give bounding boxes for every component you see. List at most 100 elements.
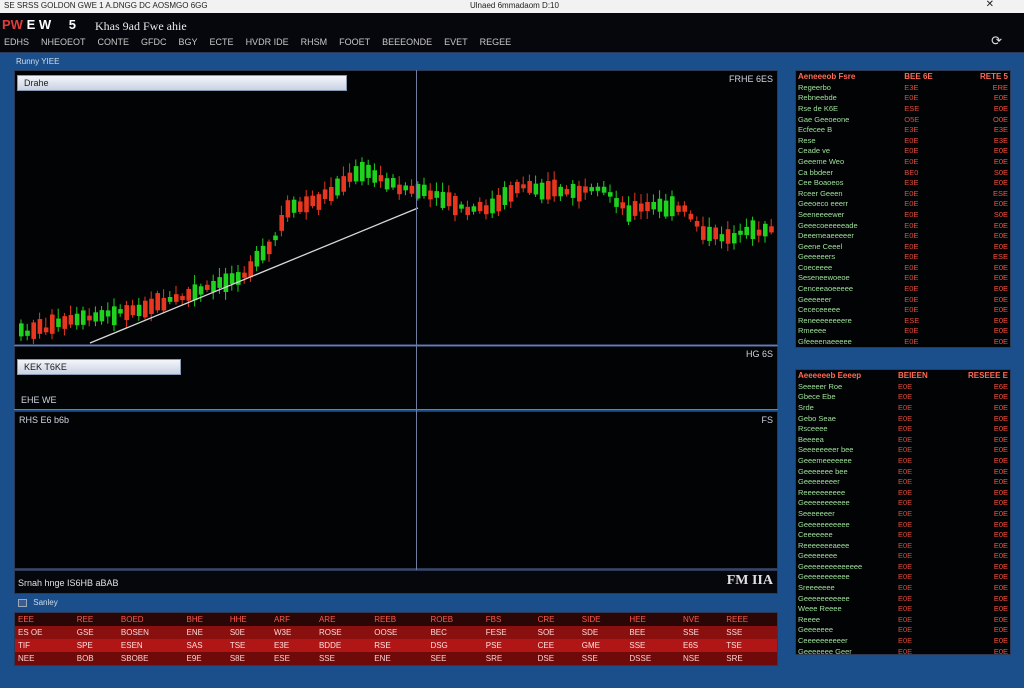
watchlist-row[interactable]: Ecfecee B E3E E3E [796,124,1010,135]
ticker-row[interactable]: ES OE GSE BOSEN ENE S0E W3E ROSE OOSE BEC FESE SOE… [15,626,777,639]
watchlist-row[interactable]: Reneeeeeeeere ESE E0E [796,315,1010,326]
watchlist-cell: Rceer Geeen [798,188,843,198]
watchlist-row[interactable]: Srde E0E E0E [796,402,1010,413]
watchlist-row[interactable]: Ceade ve E0E E0E [796,146,1010,157]
watchlist-row[interactable]: Seeeeeeer E0E E0E [796,508,1010,519]
watchlist-row[interactable]: Geeeeeee E0E E0E [796,625,1010,636]
watchlist-row[interactable]: Reeeeeeeaeee E0E E0E [796,540,1010,551]
watchlist-row[interactable]: Rse de K6E ESE E0E [796,103,1010,114]
menu-item[interactable]: NHEOEOT [41,37,86,47]
candle-body [322,189,328,199]
watchlist-row[interactable]: Rese E0E E3E [796,135,1010,146]
candle-body [31,322,36,339]
watchlist-row[interactable]: Geeeeeeeeeee E0E E0E [796,519,1010,530]
watchlist-row[interactable]: Geeeeeeeeeee E0E E0E [796,593,1010,604]
refresh-icon[interactable]: ⟳ [991,33,1002,49]
watchlist-row[interactable]: Ceeeeeeeeeer E0E E0E [796,635,1010,646]
watchlist-row[interactable]: Gbece Ebe E0E E0E [796,392,1010,403]
watchlist-row[interactable]: Rebneebde E0E E0E [796,93,1010,104]
watchlist-row[interactable]: Rsceeee E0E E0E [796,423,1010,434]
trend-line[interactable] [89,207,419,344]
volume-panel[interactable]: RHS E6 b6b FS [14,411,778,569]
watchlist-row[interactable]: Geeeeeer E0E E0E [796,294,1010,305]
watchlist-row[interactable]: Ceeeeeee E0E E0E [796,529,1010,540]
watchlist-cell: E6E [993,381,1008,391]
watchlist-row[interactable]: Geeecoeeeeeade E0E E0E [796,220,1010,231]
candle-body [701,226,706,240]
watchlist-row[interactable]: Geeeeeee Geer E0E E0E [796,646,1010,657]
watchlist-column-header[interactable]: RETE 5 [957,71,1011,82]
watchlist-row[interactable]: Geeeeeee bee E0E E0E [796,466,1010,477]
watchlist-column-header[interactable]: BEIEEN [896,370,946,381]
watchlist-top[interactable]: Aeneeeob Fsre BEE 6E RETE 5 Regeerbo E3E ERE… [795,70,1011,348]
menu-item[interactable]: HVDR IDE [246,37,289,47]
indicator-panel[interactable]: KEK T6KE HG 6S EHE WE [14,346,778,410]
candlestick-chart[interactable] [15,71,777,344]
watchlist-row[interactable]: Geeeeeeeer E0E E0E [796,476,1010,487]
menu-item[interactable]: EDHS [4,37,29,47]
ticker-cell: BOED [117,613,184,626]
candle-body [161,297,167,311]
expand-icon[interactable] [18,598,27,607]
watchlist-row[interactable]: Geeeeeeeeeeeeee E0E E0E [796,561,1010,572]
watchlist-row[interactable]: Reeeeeeeeee E0E E0E [796,487,1010,498]
menu-item[interactable]: ECTE [210,37,234,47]
watchlist-row[interactable]: Geeeeeeee E0E E0E [796,551,1010,562]
watchlist-row[interactable]: Seeneeeewer E0E S0E [796,209,1010,220]
menu-item[interactable]: GFDC [141,37,167,47]
watchlist-bottom[interactable]: Aeeeeeeb Eeeep BEIEEN RESEEE E Seeeeer Roe… [795,369,1011,657]
ticker-row[interactable]: NEE BOB SBOBE E9E S8E ESE SSE ENE SEE SRE DSE SSE DS… [15,652,777,665]
watchlist-row[interactable]: Geeemeeeeeee E0E E0E [796,455,1010,466]
watchlist-row[interactable]: Ca bbdeer BE0 S0E [796,167,1010,178]
watchlist-cell: Gfeeeenaeeeee [798,337,852,347]
ticker-row[interactable]: EEE REE BOED BHE HHE ARF ARE REEB ROEB FBS CRE SIDE… [15,613,777,626]
candle-body [310,195,315,207]
watchlist-column-header[interactable]: Aeneeeob Fsre [796,71,902,82]
watchlist-row[interactable]: Gae Geeoeone O5E O0E [796,114,1010,125]
watchlist-row[interactable]: Regeerbo E3E ERE [796,82,1010,93]
ticker-table[interactable]: EEE REE BOED BHE HHE ARF ARE REEB ROEB FBS CRE SIDE… [14,612,778,666]
watchlist-column-header[interactable]: Aeeeeeeb Eeeep [796,370,896,381]
watchlist-row[interactable]: Geeeeeers E0E ESE [796,252,1010,263]
watchlist-row[interactable]: Reeee E0E E0E [796,614,1010,625]
watchlist-row[interactable]: Cee Boaoeos E3E E0E [796,177,1010,188]
menu-item[interactable]: CONTE [98,37,130,47]
candle-body [552,179,557,197]
watchlist-row[interactable]: Seeeeeeeer bee E0E E0E [796,445,1010,456]
menu-item[interactable]: EVET [444,37,468,47]
close-window-button[interactable]: ✕ [986,0,994,10]
menu-item[interactable]: FOOET [339,37,370,47]
menu-item[interactable]: BGY [179,37,198,47]
watchlist-row[interactable]: Sreeeeeee E0E E0E [796,582,1010,593]
candle-body [316,194,322,210]
watchlist-row[interactable]: Geeeme Weo E0E E0E [796,156,1010,167]
indicator-pane-label[interactable]: KEK T6KE [17,359,181,375]
watchlist-row[interactable]: Beeeea E0E E0E [796,434,1010,445]
watchlist-row[interactable]: Rceer Geeen E0E ESE [796,188,1010,199]
watchlist-row[interactable]: Cenceeaoeeeee E0E E0E [796,283,1010,294]
menu-item[interactable]: REGEE [480,37,512,47]
watchlist-row[interactable]: Weee Reeee E0E E0E [796,603,1010,614]
menu-item[interactable]: RHSM [301,37,328,47]
menu-item[interactable]: BEEEONDE [382,37,432,47]
watchlist-row[interactable]: Seeeeer Roe E0E E6E [796,381,1010,392]
watchlist-row[interactable]: Cececeeeee E0E E0E [796,304,1010,315]
watchlist-column-header[interactable]: RESEEE E [945,370,1010,381]
candle-body [428,190,433,200]
watchlist-column-header[interactable]: BEE 6E [902,71,956,82]
watchlist-cell: Cececeeeee [798,305,841,315]
watchlist-cell: E0E [993,424,1008,434]
watchlist-row[interactable]: Geene Ceeel E0E E0E [796,241,1010,252]
watchlist-row[interactable]: Deeemeaeeeeer E0E E0E [796,230,1010,241]
watchlist-row[interactable]: Geeeeeeeeeee E0E E0E [796,498,1010,509]
price-chart-panel[interactable]: Drahe FRHE 6ES [14,70,778,345]
watchlist-row[interactable]: Gfeeeenaeeeee E0E E0E [796,336,1010,347]
watchlist-row[interactable]: Seseneewoeoe E0E E0E [796,273,1010,284]
ticker-row[interactable]: TIF SPE ESEN SAS TSE E3E BDDE RSE DSG PSE CEE GME SS… [15,639,777,652]
watchlist-row[interactable]: Coeceeee E0E E0E [796,262,1010,273]
watchlist-row[interactable]: Rmeeee E0E E0E [796,326,1010,337]
watchlist-row[interactable]: Gebo Seae E0E E0E [796,413,1010,424]
candle-body [186,288,191,301]
watchlist-row[interactable]: Geeeeeeeeeee E0E E0E [796,572,1010,583]
watchlist-row[interactable]: Geeoeco eeerr E0E E0E [796,199,1010,210]
